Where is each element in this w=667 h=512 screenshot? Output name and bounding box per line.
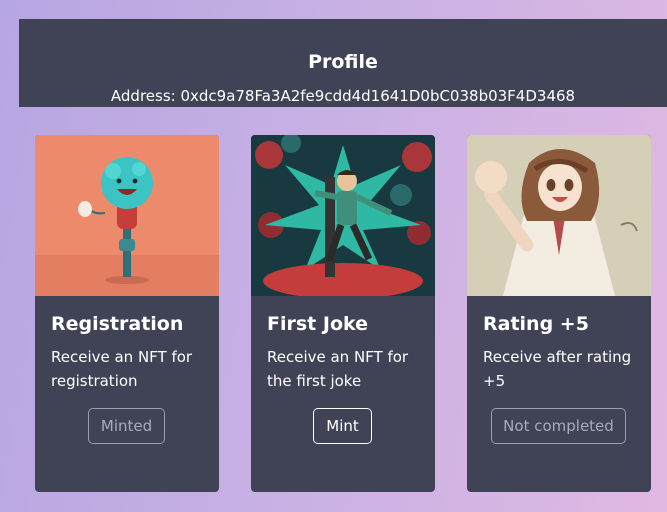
not-completed-button[interactable]: Not completed (491, 408, 626, 444)
card-title: First Joke (267, 313, 369, 335)
wallet-address: Address: 0xdc9a78Fa3A2fe9cdd4d1641D0bC03… (110, 87, 576, 105)
microphone-mascot-image (35, 135, 219, 296)
card-description: Receive after rating +5 (483, 348, 632, 390)
profile-title: Profile (308, 51, 378, 73)
comedian-on-stage-image (251, 135, 435, 296)
card-description: Receive an NFT for the first joke (267, 348, 409, 390)
anime-girl-waving-image (467, 135, 651, 296)
profile-header: Profile Address: 0xdc9a78Fa3A2fe9cdd4d16… (19, 19, 667, 107)
card-description: Receive an NFT for registration (51, 348, 193, 390)
nft-card-rating: Rating +5 Receive after rating +5 Not co… (467, 135, 651, 492)
minted-button[interactable]: Minted (88, 408, 165, 444)
nft-card-first-joke: First Joke Receive an NFT for the first … (251, 135, 435, 492)
card-title: Registration (51, 313, 184, 335)
mint-button[interactable]: Mint (313, 408, 372, 444)
card-title: Rating +5 (483, 313, 589, 335)
nft-card-registration: Registration Receive an NFT for registra… (35, 135, 219, 492)
